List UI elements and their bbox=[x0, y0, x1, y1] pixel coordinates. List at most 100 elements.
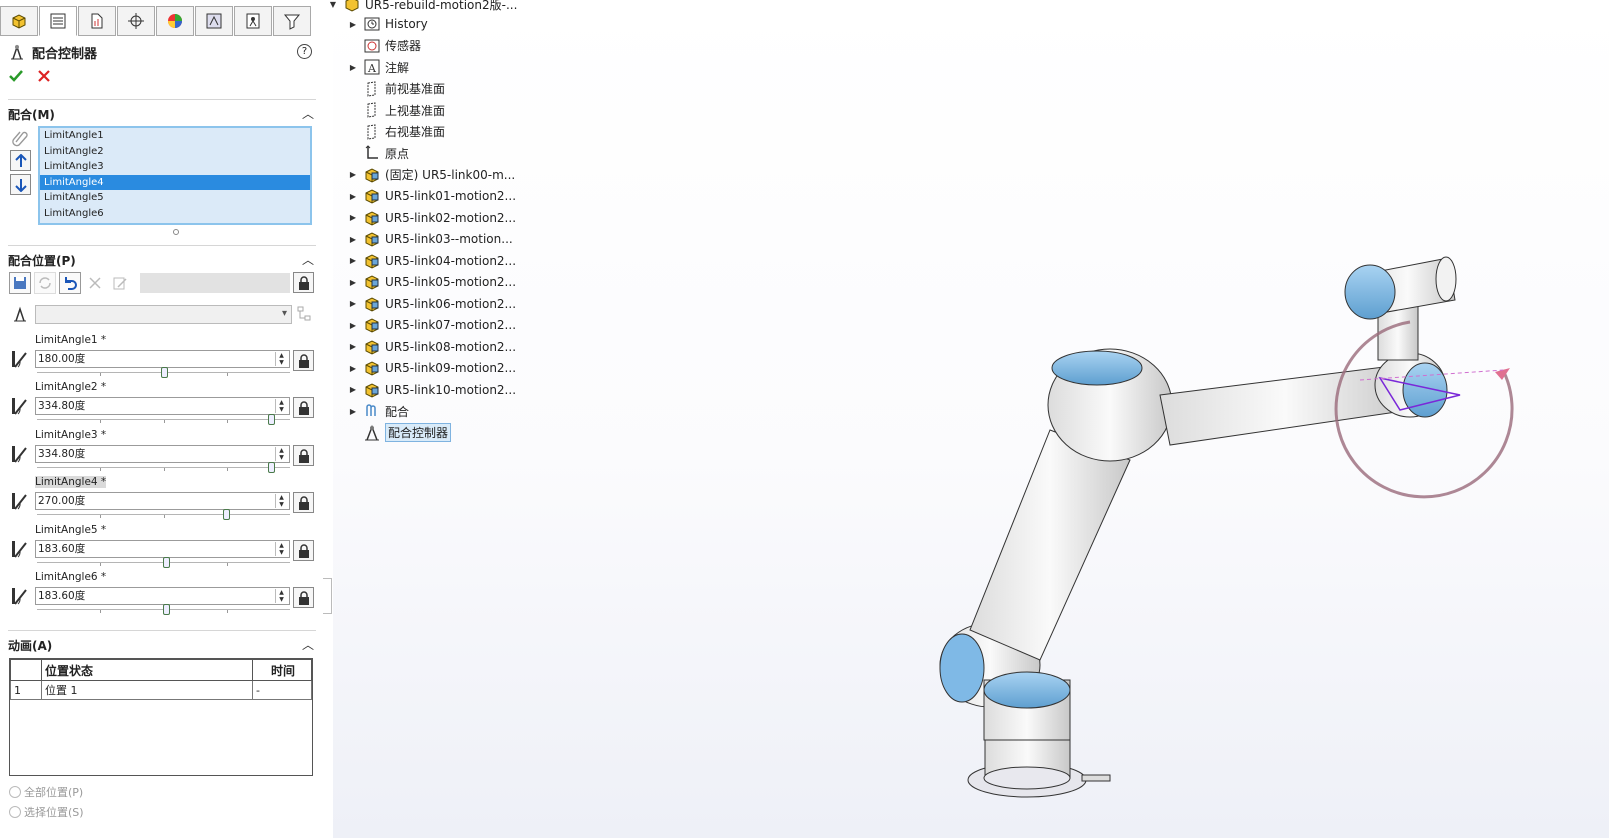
dimxpert-icon bbox=[128, 13, 144, 29]
lock-button[interactable] bbox=[293, 445, 314, 466]
arrow-down-icon bbox=[14, 178, 27, 192]
spinner-icon[interactable]: ▲ ▼ bbox=[275, 352, 287, 366]
lock-icon bbox=[298, 275, 309, 290]
list-item[interactable]: LimitAngle1 bbox=[40, 128, 310, 144]
lock-button[interactable] bbox=[293, 397, 314, 418]
refresh-icon bbox=[39, 277, 51, 289]
panel-splitter[interactable] bbox=[323, 0, 332, 838]
table-row[interactable]: 1 位置 1 - bbox=[10, 680, 312, 700]
robot-upper-arm bbox=[969, 429, 1131, 661]
lock-icon bbox=[298, 590, 309, 605]
slider-thumb[interactable] bbox=[268, 414, 275, 425]
move-up-button[interactable] bbox=[10, 150, 31, 171]
slider-thumb[interactable] bbox=[223, 509, 230, 520]
restore-position-button[interactable] bbox=[59, 272, 81, 294]
lock-icon bbox=[298, 353, 309, 368]
limit-label: LimitAngle3 * bbox=[35, 429, 107, 441]
limit-slider[interactable] bbox=[37, 557, 290, 568]
mates-section-header[interactable]: 配合(M) ︿ bbox=[8, 99, 316, 124]
splitter-grip[interactable] bbox=[323, 578, 332, 614]
spinner-icon[interactable]: ▲ ▼ bbox=[275, 447, 287, 461]
spinner-icon[interactable]: ▲ ▼ bbox=[275, 542, 287, 556]
limit-angle-input[interactable]: 270.00度 ▲ ▼ bbox=[35, 492, 290, 510]
robot-elbow bbox=[1047, 348, 1173, 462]
limit-angle-input[interactable]: 183.60度 ▲ ▼ bbox=[35, 540, 290, 558]
limit-angle-input[interactable]: 183.60度 ▲ ▼ bbox=[35, 587, 290, 605]
move-down-button[interactable] bbox=[10, 174, 31, 195]
tab-dimxpert[interactable] bbox=[117, 6, 155, 36]
list-item[interactable]: LimitAngle2 bbox=[40, 144, 310, 160]
property-manager-icon bbox=[50, 13, 66, 29]
list-item[interactable]: LimitAngle5 bbox=[40, 190, 310, 206]
column-header bbox=[10, 659, 42, 681]
limit-slider[interactable] bbox=[37, 509, 290, 520]
limit-angle-icon bbox=[12, 541, 27, 558]
limit-label: LimitAngle2 * bbox=[35, 381, 107, 393]
mate-controller-icon bbox=[14, 306, 26, 322]
limit-label: LimitAngle5 * bbox=[35, 524, 107, 536]
limit-angle-icon bbox=[12, 588, 27, 605]
radio-select-positions[interactable]: 选择位置(S) bbox=[9, 804, 84, 820]
property-manager-panel: 配合控制器 ? 配合(M) ︿ LimitAngle1 LimitAngle2 … bbox=[0, 0, 324, 838]
slider-thumb[interactable] bbox=[161, 367, 168, 378]
tab-motion[interactable] bbox=[234, 6, 272, 36]
spinner-icon[interactable]: ▲ ▼ bbox=[275, 494, 287, 508]
column-header: 位置状态 bbox=[41, 659, 253, 681]
limit-slider[interactable] bbox=[37, 462, 290, 473]
ok-cancel-row bbox=[8, 68, 52, 84]
rename-position-button[interactable] bbox=[109, 272, 131, 294]
lock-button[interactable] bbox=[293, 350, 314, 371]
robot-forearm bbox=[1159, 364, 1411, 446]
rename-icon bbox=[113, 277, 127, 290]
lock-icon bbox=[298, 495, 309, 510]
limit-label: LimitAngle4 * bbox=[35, 476, 107, 488]
list-item[interactable]: LimitAngle4 bbox=[40, 174, 310, 191]
tab-filter[interactable] bbox=[273, 6, 311, 36]
spinner-icon[interactable]: ▲ ▼ bbox=[275, 589, 287, 603]
collapse-chevron-icon[interactable]: ︿ bbox=[302, 251, 314, 268]
tab-property-manager[interactable] bbox=[39, 6, 77, 36]
animation-table[interactable]: 位置状态 时间 1 位置 1 - bbox=[9, 658, 313, 776]
limit-slider[interactable] bbox=[37, 414, 290, 425]
tab-cam[interactable] bbox=[195, 6, 233, 36]
lock-icon bbox=[298, 448, 309, 463]
radio-all-positions[interactable]: 全部位置(P) bbox=[9, 784, 83, 800]
help-icon[interactable]: ? bbox=[297, 44, 312, 59]
check-icon[interactable] bbox=[8, 68, 24, 84]
undo-icon bbox=[65, 277, 77, 290]
cam-icon bbox=[206, 13, 222, 29]
lock-button[interactable] bbox=[293, 587, 314, 608]
save-position-button[interactable] bbox=[9, 272, 31, 294]
resize-grip[interactable] bbox=[173, 229, 179, 235]
list-item[interactable]: LimitAngle3 bbox=[40, 159, 310, 175]
tab-configuration-manager[interactable] bbox=[78, 6, 116, 36]
animation-section-header[interactable]: 动画(A) ︿ bbox=[8, 630, 316, 655]
slider-thumb[interactable] bbox=[268, 462, 275, 473]
limit-angle-input[interactable]: 334.80度 ▲ ▼ bbox=[35, 445, 290, 463]
update-position-button[interactable] bbox=[34, 272, 56, 294]
limit-slider[interactable] bbox=[37, 367, 290, 378]
collapse-chevron-icon[interactable]: ︿ bbox=[302, 636, 314, 653]
mates-listbox[interactable]: LimitAngle1 LimitAngle2 LimitAngle3 Limi… bbox=[38, 126, 312, 225]
slider-thumb[interactable] bbox=[163, 557, 170, 568]
configuration-manager-icon bbox=[91, 13, 103, 29]
collapse-chevron-icon[interactable]: ︿ bbox=[302, 105, 314, 122]
mate-controller-icon bbox=[11, 44, 23, 60]
robot-arm-model[interactable] bbox=[333, 0, 1609, 838]
tab-feature-manager[interactable] bbox=[0, 6, 38, 36]
positions-section-header[interactable]: 配合位置(P) ︿ bbox=[8, 245, 316, 270]
close-icon[interactable] bbox=[36, 68, 52, 84]
lock-button[interactable] bbox=[293, 492, 314, 513]
lock-all-button[interactable] bbox=[293, 272, 314, 293]
limit-angle-input[interactable]: 334.80度 ▲ ▼ bbox=[35, 397, 290, 415]
tab-display-manager[interactable] bbox=[156, 6, 194, 36]
limit-slider[interactable] bbox=[37, 604, 290, 615]
slider-thumb[interactable] bbox=[163, 604, 170, 615]
list-item[interactable]: LimitAngle6 bbox=[40, 206, 310, 222]
spinner-icon[interactable]: ▲ ▼ bbox=[275, 399, 287, 413]
limit-angle-input[interactable]: 180.00度 ▲ ▼ bbox=[35, 350, 290, 368]
lock-icon bbox=[298, 400, 309, 415]
position-dropdown[interactable]: ▾ bbox=[35, 305, 292, 324]
delete-position-button[interactable] bbox=[84, 272, 106, 294]
lock-button[interactable] bbox=[293, 540, 314, 561]
